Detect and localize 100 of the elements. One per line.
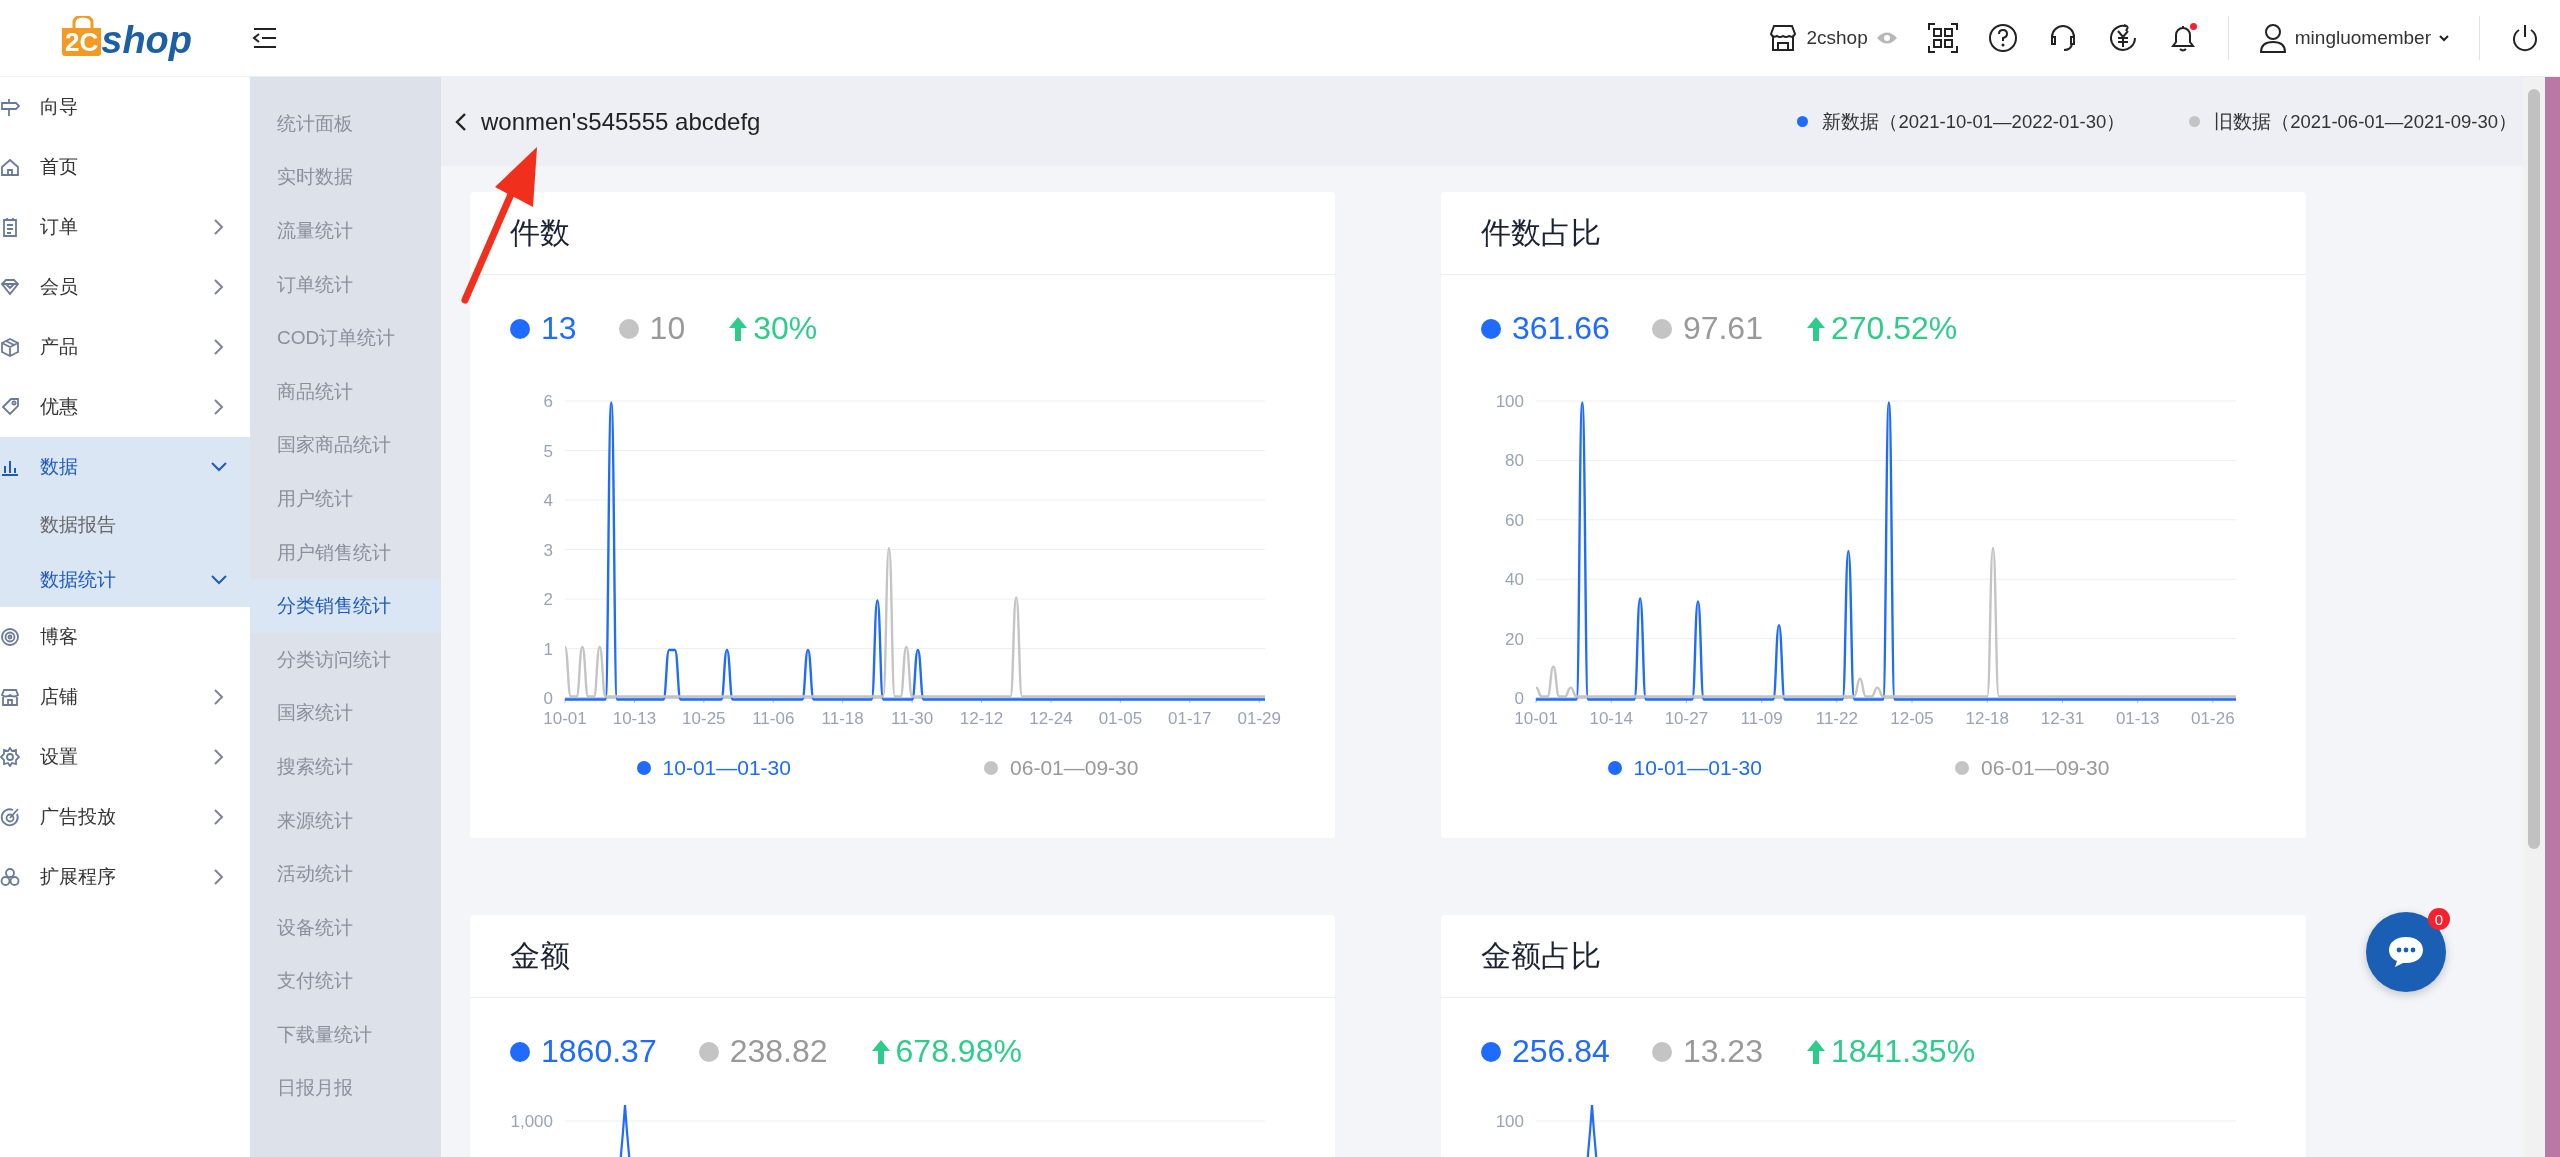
axis-tick-label: 10-14 <box>1589 709 1633 728</box>
axis-tick-label: 0 <box>543 689 553 708</box>
sidebar-item-icon <box>0 337 20 357</box>
legend-label[interactable]: 10-01—01-30 <box>1633 756 1762 780</box>
change-percent: 270.52% <box>1830 310 1958 347</box>
legend-dot[interactable] <box>984 761 999 775</box>
submenu-item[interactable]: 国家统计 <box>250 686 441 741</box>
axis-tick-label: 01-29 <box>1237 709 1281 728</box>
sidebar-item[interactable]: 数据 <box>0 437 250 497</box>
submenu-item[interactable]: 统计面板 <box>250 97 441 151</box>
axis-tick-label: 11-22 <box>1815 709 1858 728</box>
current-dot <box>510 1041 530 1062</box>
legend-dot[interactable] <box>1607 761 1622 775</box>
axis-tick-label: 6 <box>543 392 553 411</box>
submenu-item[interactable]: 用户销售统计 <box>250 525 441 580</box>
scrollbar[interactable] <box>2523 77 2545 1157</box>
sidebar-item-icon <box>0 277 20 297</box>
submenu-item[interactable]: 来源统计 <box>250 793 441 848</box>
sidebar-item-icon <box>0 747 20 767</box>
card-title: 金额占比 <box>1441 915 2306 998</box>
sidebar-item[interactable]: 店铺 <box>0 667 250 727</box>
legend-label[interactable]: 06-01—09-30 <box>1981 756 2110 780</box>
logo-mark: 2C <box>62 16 102 56</box>
axis-tick-label: 20 <box>1505 629 1524 649</box>
submenu-item[interactable]: 设备统计 <box>250 900 441 955</box>
data-spike-drawing <box>1585 1105 1599 1157</box>
sidebar-item[interactable]: 扩展程序 <box>0 847 250 907</box>
previous-value: 10 <box>649 310 686 347</box>
previous-dot <box>1651 1041 1672 1062</box>
legend-dot[interactable] <box>636 761 651 775</box>
axis-tick-label: 0 <box>1514 689 1524 708</box>
axis-tick-label: 12-12 <box>959 709 1004 728</box>
axis-tick-label: 10-13 <box>612 709 657 728</box>
sidebar-item[interactable]: 产品 <box>0 317 250 377</box>
sidebar-item-icon <box>0 867 20 887</box>
submenu-item[interactable]: 订单统计 <box>250 257 441 312</box>
axis-tick-label: 11-09 <box>1740 709 1783 728</box>
submenu-item[interactable]: 活动统计 <box>250 847 441 901</box>
axis-tick-label: 10-25 <box>682 709 726 728</box>
submenu-item[interactable]: 搜索统计 <box>250 740 441 794</box>
axis-tick-label: 12-24 <box>1029 709 1073 728</box>
sidebar-item[interactable]: 首页 <box>0 137 250 197</box>
axis-tick-label: 11-06 <box>752 709 795 728</box>
back-icon <box>455 111 467 132</box>
axis-tick-label: 100 <box>1495 1112 1524 1131</box>
sidebar-item-icon <box>0 627 20 647</box>
sidebar-item[interactable]: 广告投放 <box>0 787 250 847</box>
submenu-item[interactable]: 流量统计 <box>250 204 441 258</box>
store-switcher[interactable]: 2cshop <box>1768 24 1898 52</box>
axis-tick-label: 4 <box>543 491 553 510</box>
user-menu[interactable]: mingluomember <box>2258 23 2449 53</box>
help-icon[interactable] <box>1987 23 2018 53</box>
axis-tick-label: 12-31 <box>2040 709 2085 728</box>
sidebar-item[interactable]: 向导 <box>0 77 250 137</box>
sidebar-item-icon <box>0 397 20 417</box>
submenu-item[interactable]: 支付统计 <box>250 954 441 1009</box>
submenu-item[interactable]: COD订单统计 <box>250 311 441 365</box>
axis-tick-label: 100 <box>1495 392 1524 411</box>
axis-tick-label: 60 <box>1505 510 1524 530</box>
axis-tick-label: 5 <box>543 441 553 461</box>
qr-code-icon[interactable] <box>1927 23 1958 53</box>
legend-label[interactable]: 06-01—09-30 <box>1010 756 1139 780</box>
menu-icon[interactable] <box>252 27 278 49</box>
sidebar-item-icon <box>0 157 20 177</box>
power-icon[interactable] <box>2510 23 2540 53</box>
submenu-item[interactable]: 分类销售统计 <box>250 579 441 633</box>
axis-tick-label: 1,000 <box>510 1112 553 1131</box>
sidebar-item[interactable]: 设置 <box>0 727 250 787</box>
submenu-item[interactable]: 国家商品统计 <box>250 418 441 473</box>
yen-refresh-icon[interactable] <box>2107 23 2138 53</box>
submenu-item[interactable]: 商品统计 <box>250 364 441 419</box>
logo[interactable]: 2Cshop <box>62 16 252 60</box>
sidebar-item[interactable]: 优惠 <box>0 377 250 437</box>
axis-tick-label: 12-18 <box>1965 709 2009 728</box>
current-value: 361.66 <box>1512 310 1610 347</box>
current-value: 256.84 <box>1512 1033 1610 1070</box>
axis-tick-label: 01-17 <box>1168 709 1212 728</box>
axis-tick-label: 1 <box>543 639 553 659</box>
caret-icon <box>2439 34 2449 42</box>
submenu-item[interactable]: 用户统计 <box>250 472 441 526</box>
sidebar-item[interactable]: 订单 <box>0 197 250 257</box>
sidebar-item[interactable]: 会员 <box>0 257 250 317</box>
submenu-item[interactable]: 日报月报 <box>250 1061 441 1116</box>
sidebar-item[interactable]: 博客 <box>0 607 250 667</box>
sidebar-subitem[interactable]: 数据统计 <box>0 552 250 607</box>
legend-label[interactable]: 10-01—01-30 <box>662 756 791 780</box>
user-icon <box>2258 23 2287 53</box>
sidebar-subitem[interactable]: 数据报告 <box>0 497 250 552</box>
axis-tick-label: 10-01 <box>543 709 587 728</box>
axis-tick-label: 11-30 <box>891 709 934 728</box>
change-percent: 30% <box>753 310 818 347</box>
axis-tick-label: 40 <box>1505 570 1524 590</box>
previous-value: 13.23 <box>1682 1033 1763 1070</box>
axis-tick-label: 01-26 <box>2191 709 2235 728</box>
submenu-item[interactable]: 实时数据 <box>250 150 441 205</box>
submenu-item[interactable]: 下载量统计 <box>250 1008 441 1062</box>
submenu-item[interactable]: 分类访问统计 <box>250 632 441 687</box>
axis-tick-label: 80 <box>1505 451 1524 471</box>
current-value: 13 <box>541 310 577 347</box>
legend-dot[interactable] <box>1955 761 1970 775</box>
